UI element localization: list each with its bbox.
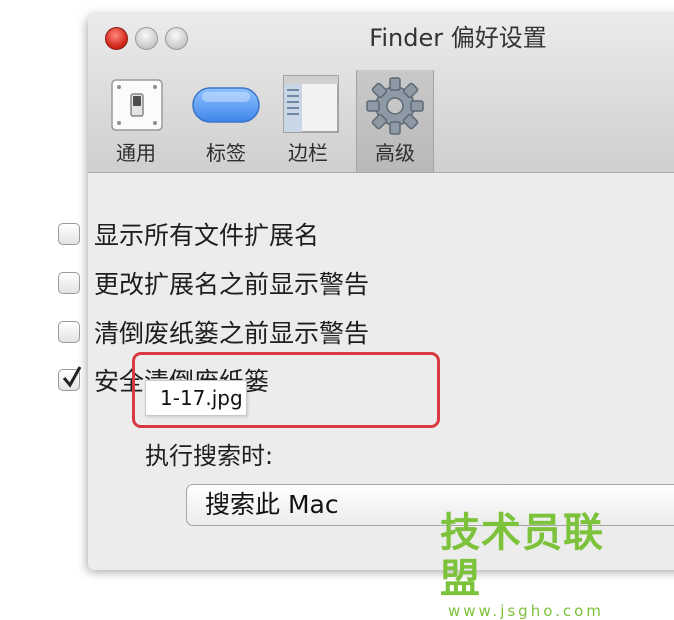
option-label: 显示所有文件扩展名 xyxy=(94,221,320,250)
sidebar-window-icon xyxy=(283,75,339,133)
checkbox[interactable] xyxy=(58,366,82,391)
option-warn-extension-change[interactable]: 更改扩展名之前显示警告 xyxy=(58,263,369,303)
option-label: 更改扩展名之前显示警告 xyxy=(94,270,370,299)
window-title: Finder 偏好设置 xyxy=(369,24,547,52)
toolbar-item-advanced[interactable]: 高级 xyxy=(356,70,434,172)
option-label: 清倒废纸篓之前显示警告 xyxy=(94,319,370,348)
advanced-gear-icon xyxy=(366,77,424,135)
general-switch-icon xyxy=(111,79,163,131)
titlebar-toolbar: Finder 偏好设置 通用 标签 边栏 高级 xyxy=(88,14,674,173)
tags-pill-icon xyxy=(192,87,260,123)
minimize-button[interactable] xyxy=(135,27,158,50)
watermark-url: www.jsgho.com xyxy=(448,602,604,620)
toolbar-label: 标签 xyxy=(206,141,246,165)
option-warn-empty-trash[interactable]: 清倒废纸篓之前显示警告 xyxy=(58,312,369,352)
close-button[interactable] xyxy=(105,27,128,50)
toolbar-item-sidebar[interactable]: 边栏 xyxy=(270,70,346,172)
toolbar-label: 高级 xyxy=(375,141,415,165)
toolbar-label: 边栏 xyxy=(288,141,328,165)
checkbox[interactable] xyxy=(58,321,80,343)
toolbar-label: 通用 xyxy=(116,141,156,165)
toolbar-item-general[interactable]: 通用 xyxy=(98,70,174,172)
zoom-button[interactable] xyxy=(165,27,188,50)
site-watermark: 技术员联盟 www.jsgho.com xyxy=(440,510,635,620)
checkbox[interactable] xyxy=(58,223,80,245)
checkbox[interactable] xyxy=(58,272,80,294)
search-scope-label: 执行搜索时: xyxy=(145,442,274,470)
watermark-main: 技术员联盟 xyxy=(440,510,604,602)
option-show-extensions[interactable]: 显示所有文件扩展名 xyxy=(58,214,319,254)
toolbar-item-tags[interactable]: 标签 xyxy=(188,70,264,172)
checkmark-icon xyxy=(62,366,82,388)
file-drag-label: 1-17.jpg xyxy=(145,380,247,416)
